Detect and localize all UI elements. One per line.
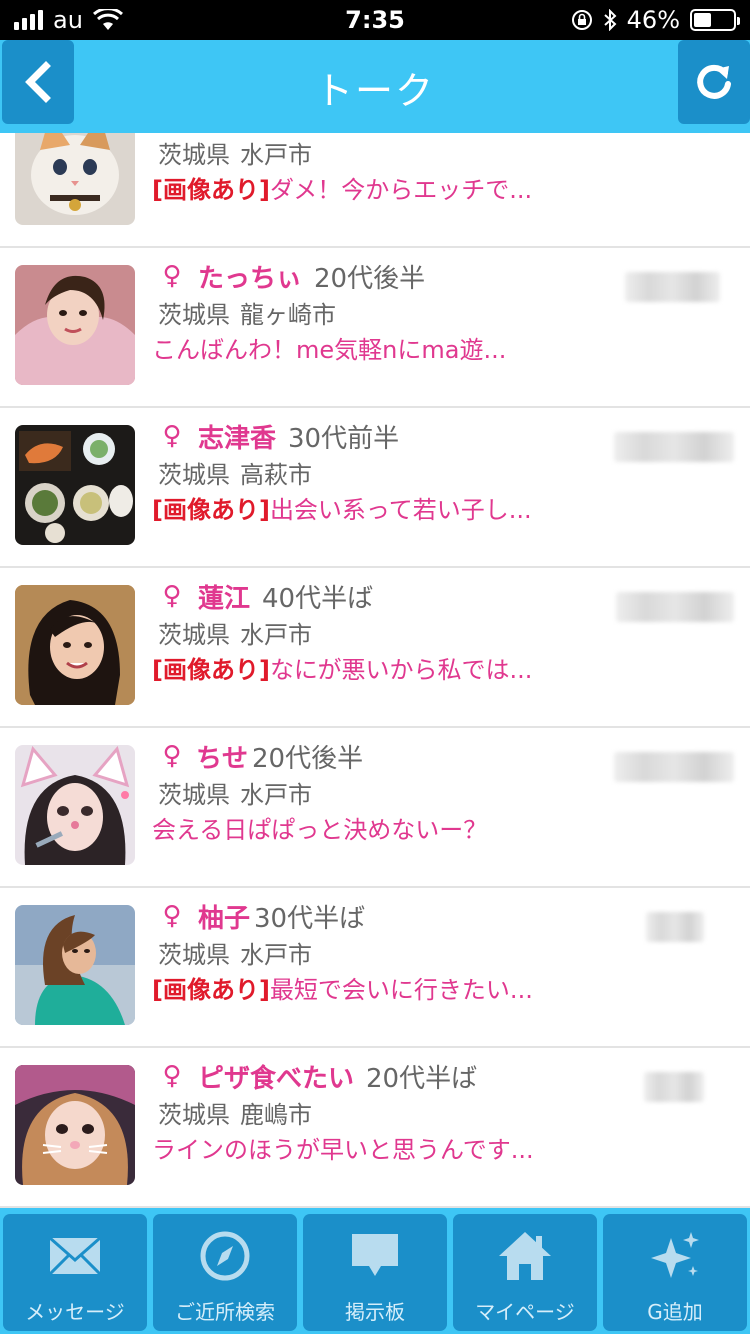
- avatar: [15, 1065, 135, 1185]
- tab-bulletin-board[interactable]: 掲示板: [303, 1214, 447, 1331]
- avatar: [15, 585, 135, 705]
- timestamp-blurred: [616, 592, 734, 622]
- message-preview: 出会い系って若い子し...: [269, 495, 532, 524]
- sender-name: 蓮江: [198, 583, 251, 614]
- timestamp-blurred: [644, 1072, 704, 1102]
- timestamp-blurred: [625, 272, 720, 302]
- image-attached-tag: [画像あり]: [152, 975, 270, 1004]
- city: 水戸市: [240, 140, 312, 169]
- city: 水戸市: [240, 940, 312, 969]
- sparkle-icon: [651, 1232, 699, 1278]
- message-preview: なにが悪いから私では...: [269, 655, 533, 684]
- message-preview: 最短で会いに行きたい...: [269, 975, 533, 1004]
- female-icon: ♀: [162, 901, 182, 931]
- message-row[interactable]: ♀ たっちぃ 20代後半 茨城県 龍ヶ崎市 こんばんわ！me気軽nにma遊...: [0, 248, 750, 408]
- message-row[interactable]: ♀ ピザ食べたい 20代半ば 茨城県 鹿嶋市 ラインのほうが早いと思うんです...: [0, 1048, 750, 1208]
- tab-label: 掲示板: [345, 1300, 405, 1324]
- sender-name: ピザ食べたい: [198, 1063, 355, 1094]
- tab-my-page[interactable]: マイページ: [453, 1214, 597, 1331]
- timestamp-blurred: [614, 432, 734, 462]
- sender-name: 柚子: [198, 903, 251, 934]
- age-group: 30代半ば: [254, 903, 366, 934]
- prefecture: 茨城県: [158, 140, 230, 169]
- status-bar: au 7:35 46%: [0, 0, 750, 40]
- timestamp-blurred: [614, 752, 734, 782]
- compass-icon: [200, 1231, 250, 1281]
- sender-name: 志津香: [198, 423, 277, 454]
- avatar: [15, 133, 135, 225]
- female-icon: ♀: [162, 261, 182, 291]
- speech-bubble-icon: [352, 1234, 398, 1276]
- city: 水戸市: [240, 620, 312, 649]
- message-preview: ダメ！今からエッチで...: [269, 175, 533, 204]
- female-icon: ♀: [162, 1061, 182, 1091]
- prefecture: 茨城県: [158, 460, 230, 489]
- age-group: 30代前半: [288, 423, 400, 454]
- image-attached-tag: [画像あり]: [152, 495, 270, 524]
- tab-label: G追加: [647, 1300, 703, 1324]
- message-row[interactable]: ♀ 志津香 30代前半 茨城県 高萩市 [画像あり] 出会い系って若い子し...: [0, 408, 750, 568]
- battery-percent: 46%: [626, 6, 680, 34]
- avatar: [15, 745, 135, 865]
- prefecture: 茨城県: [158, 1100, 230, 1129]
- tab-message[interactable]: メッセージ: [3, 1214, 147, 1331]
- bluetooth-icon: [603, 9, 617, 31]
- female-icon: ♀: [162, 741, 182, 771]
- age-group: 20代後半: [252, 743, 364, 774]
- battery-icon: [690, 9, 740, 31]
- orientation-lock-icon: [571, 10, 592, 30]
- timestamp-blurred: [646, 912, 704, 942]
- message-preview: ラインのほうが早いと思うんです...: [152, 1135, 534, 1164]
- prefecture: 茨城県: [158, 300, 230, 329]
- refresh-button[interactable]: [678, 40, 750, 124]
- message-row[interactable]: ♀ 柚子 30代半ば 茨城県 水戸市 [画像あり] 最短で会いに行きたい...: [0, 888, 750, 1048]
- tab-nearby-search[interactable]: ご近所検索: [153, 1214, 297, 1331]
- age-group: 20代後半: [314, 263, 426, 294]
- sender-name: たっちぃ: [198, 263, 303, 294]
- tab-label: メッセージ: [25, 1300, 125, 1324]
- city: 龍ヶ崎市: [240, 300, 336, 329]
- image-attached-tag: [画像あり]: [152, 175, 270, 204]
- message-list[interactable]: 茨城県 水戸市 [画像あり] ダメ！今からエッチで... ♀ たっちぃ 20代後半 茨城…: [0, 133, 750, 1208]
- tab-label: ご近所検索: [175, 1300, 275, 1324]
- city: 高萩市: [240, 460, 312, 489]
- message-row[interactable]: ♀ ちせ 20代後半 茨城県 水戸市 会える日ぱぱっと決めないー？: [0, 728, 750, 888]
- tab-add-points[interactable]: G追加: [603, 1214, 747, 1331]
- navigation-bar: トーク: [0, 40, 750, 133]
- avatar: [15, 265, 135, 385]
- prefecture: 茨城県: [158, 620, 230, 649]
- prefecture: 茨城県: [158, 940, 230, 969]
- refresh-icon: [697, 64, 731, 99]
- city: 水戸市: [240, 780, 312, 809]
- female-icon: ♀: [162, 421, 182, 451]
- page-title: トーク: [314, 69, 435, 113]
- age-group: 40代半ば: [262, 583, 374, 614]
- message-preview: 会える日ぱぱっと決めないー？: [152, 815, 488, 844]
- age-group: 20代半ば: [366, 1063, 478, 1094]
- sender-name: ちせ: [196, 743, 249, 774]
- tab-bar: メッセージ ご近所検索 掲示板 マイページ G追加: [0, 1208, 750, 1334]
- female-icon: ♀: [162, 581, 182, 611]
- prefecture: 茨城県: [158, 780, 230, 809]
- avatar: [15, 425, 135, 545]
- message-preview: こんばんわ！me気軽nにma遊...: [152, 335, 507, 364]
- avatar: [15, 905, 135, 1025]
- message-row[interactable]: ♀ 蓮江 40代半ば 茨城県 水戸市 [画像あり] なにが悪いから私では...: [0, 568, 750, 728]
- city: 鹿嶋市: [240, 1100, 312, 1129]
- envelope-icon: [48, 1236, 102, 1276]
- tab-label: マイページ: [475, 1300, 575, 1324]
- home-icon: [499, 1232, 551, 1280]
- message-row[interactable]: 茨城県 水戸市 [画像あり] ダメ！今からエッチで...: [0, 133, 750, 248]
- image-attached-tag: [画像あり]: [152, 655, 270, 684]
